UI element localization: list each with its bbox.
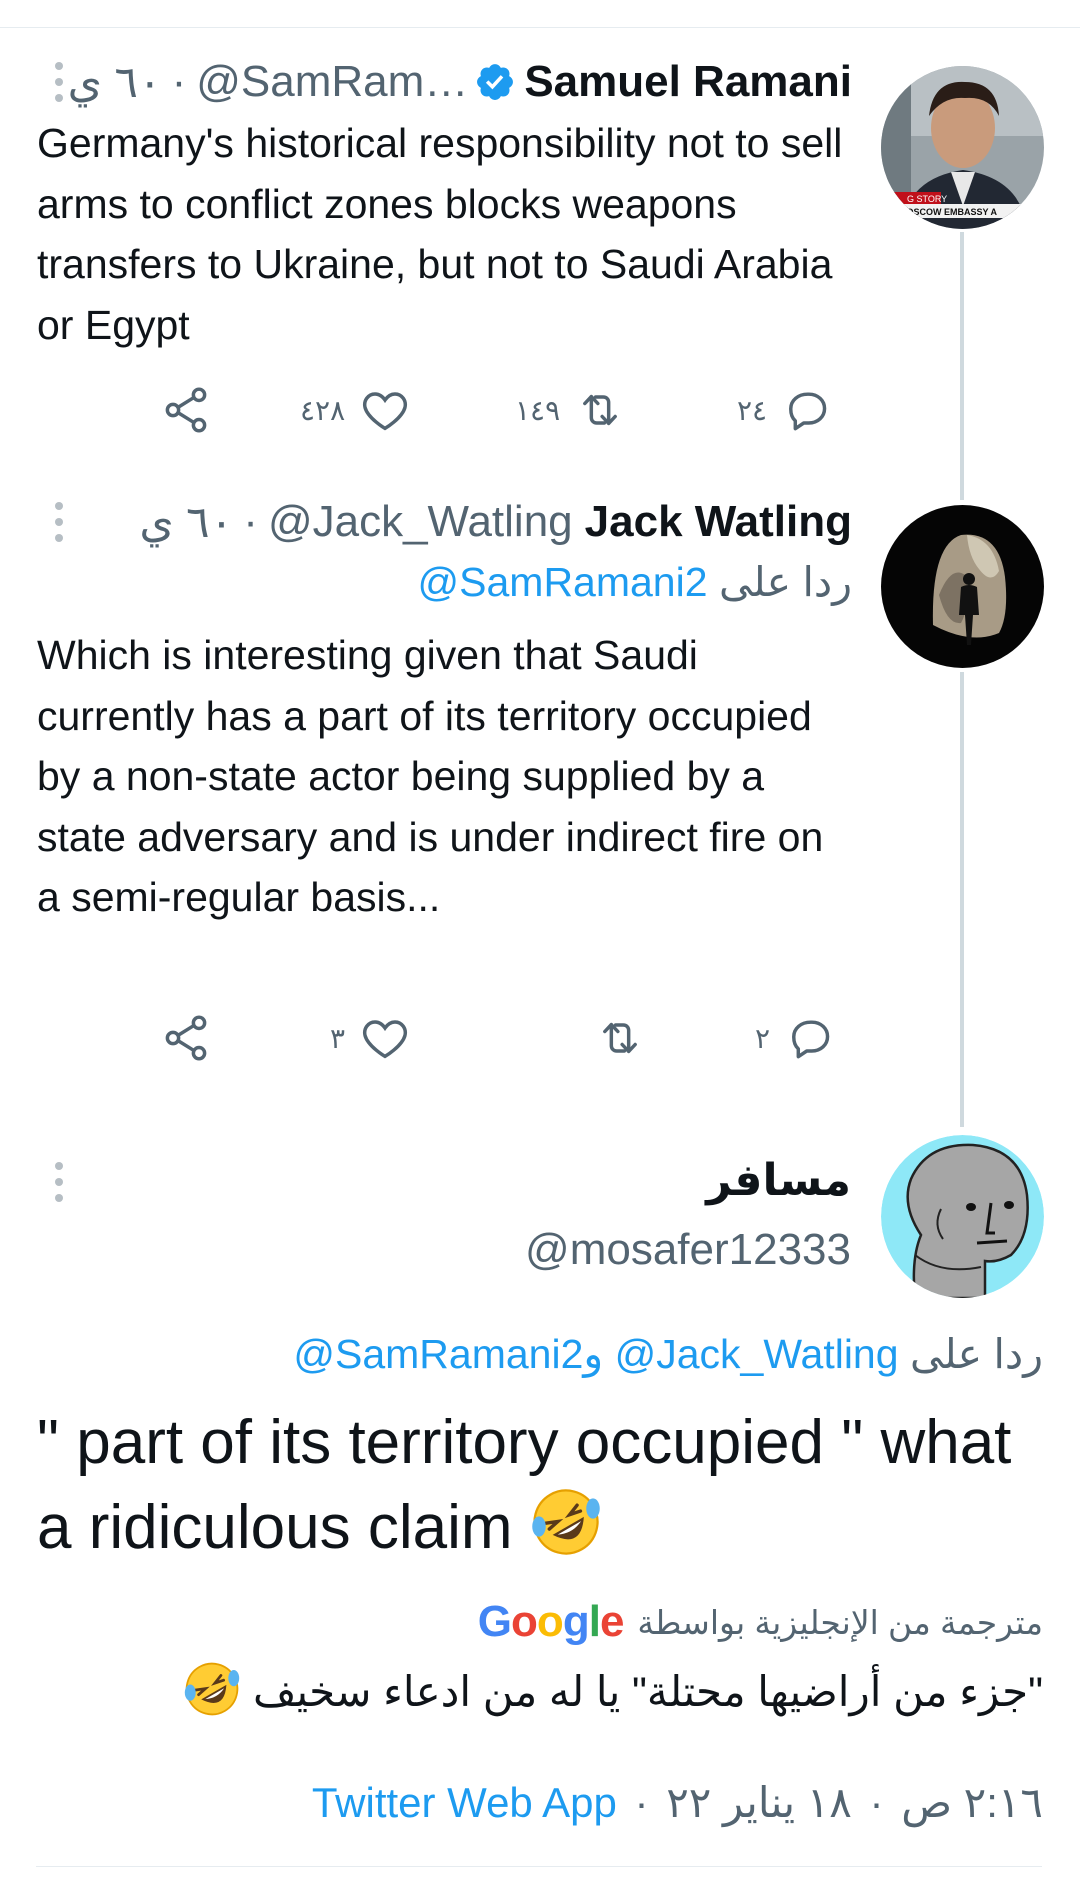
main-tweet-footer: ٢:١٦ ص · ١٨ يناير ٢٢ · Twitter Web App <box>312 1778 1043 1827</box>
google-logo: Google <box>477 1597 625 1647</box>
reply-icon <box>792 1020 830 1059</box>
heart-icon <box>363 392 408 431</box>
reply-button[interactable]: ٢ <box>755 1006 836 1070</box>
share-icon <box>165 387 207 433</box>
avatar-samuel-ramani[interactable]: G STORY MOSCOW EMBASSY A <box>881 66 1044 229</box>
reply-count: ٢٤ <box>737 394 768 426</box>
verified-badge-icon <box>477 64 514 100</box>
replying-prefix: ردا على <box>909 1331 1043 1377</box>
thread-line-1 <box>960 232 964 500</box>
tweet-time: ٢:١٦ ص <box>901 1779 1043 1826</box>
share-button[interactable] <box>160 1006 212 1070</box>
tweet-1-time: ٦٠ ي <box>67 57 162 107</box>
like-count: ٣ <box>330 1022 346 1054</box>
more-icon[interactable] <box>52 1162 66 1202</box>
retweet-icon <box>583 394 618 426</box>
thread-line-2 <box>960 672 964 1127</box>
translated-label: مترجمة من الإنجليزية بواسطة <box>637 1603 1043 1641</box>
main-tweet-replying-to: ردا على @Jack_Watling و@SamRamani2 <box>293 1330 1043 1378</box>
footer-separator-1: · <box>869 1779 884 1826</box>
top-divider <box>0 27 1080 28</box>
more-icon[interactable] <box>52 502 66 542</box>
reply-count: ٢ <box>755 1022 771 1054</box>
footer-separator-2: · <box>634 1779 649 1826</box>
like-count: ٤٢٨ <box>300 394 346 426</box>
replying-to-link-2[interactable]: و@SamRamani2 <box>293 1331 603 1377</box>
tweet-2-text: Which is interesting given that Saudi cu… <box>37 632 824 920</box>
tweet-2-handle[interactable]: @Jack_Watling <box>268 497 573 547</box>
tweet-source-link[interactable]: Twitter Web App <box>312 1779 617 1826</box>
replying-to-link-1[interactable]: @Jack_Watling <box>615 1331 899 1377</box>
rofl-emoji-icon <box>532 1489 600 1555</box>
bottom-divider <box>36 1866 1042 1867</box>
avatar-overlay-text-2: MOSCOW EMBASSY A <box>899 207 998 217</box>
translated-by: Google مترجمة من الإنجليزية بواسطة <box>478 1597 1043 1647</box>
retweet-count: ١٤٩ <box>515 394 561 426</box>
tweet-2-actions: ٣ ٢ <box>160 1006 860 1070</box>
tweet-2-author-name[interactable]: Jack Watling <box>585 497 852 547</box>
tweet-1-actions: ٤٢٨ ١٤٩ ٢٤ <box>160 378 860 442</box>
main-tweet-handle[interactable]: @mosafer12333 <box>525 1225 851 1275</box>
heart-icon <box>363 1020 408 1059</box>
tweet-2-time: ٦٠ ي <box>139 497 234 547</box>
replying-prefix: ردا على <box>718 559 852 605</box>
like-button[interactable]: ٤٢٨ <box>300 378 411 442</box>
retweet-button[interactable]: ١٤٩ <box>515 378 626 442</box>
reply-button[interactable]: ٢٤ <box>737 378 833 442</box>
main-tweet-author-name[interactable]: مسافر <box>706 1155 851 1206</box>
more-icon[interactable] <box>52 62 66 102</box>
tweet-1-text: Germany's historical responsibility not … <box>37 120 843 348</box>
tweet-1-author-name[interactable]: Samuel Ramani <box>524 57 852 107</box>
avatar-jack-watling[interactable] <box>881 505 1044 668</box>
main-tweet-text: " part of its territory occupied " what … <box>37 1400 1047 1570</box>
share-button[interactable] <box>160 378 212 442</box>
tweet-1-separator: · <box>171 57 187 106</box>
tweet-1-header: ٦٠ ي · @SamRam… Samuel Ramani <box>68 54 852 110</box>
avatar-mosafer[interactable] <box>881 1135 1044 1298</box>
tweet-1-handle[interactable]: @SamRam… <box>196 57 468 107</box>
like-button[interactable]: ٣ <box>330 1006 411 1070</box>
tweet-2-replying-to: ردا على @SamRamani2 <box>418 558 852 606</box>
reply-icon <box>789 392 827 431</box>
tweet-2-header: ٦٠ ي · @Jack_Watling Jack Watling <box>139 494 852 550</box>
rofl-emoji-icon <box>185 1662 240 1716</box>
main-tweet-translation: "جزء من أراضيها محتلة" يا له من ادعاء سخ… <box>183 1660 1043 1718</box>
tweet-date: ١٨ يناير ٢٢ <box>666 1779 852 1826</box>
retweet-icon <box>603 1022 637 1054</box>
translation-text: "جزء من أراضيها محتلة" يا له من ادعاء سخ… <box>252 1668 1043 1715</box>
retweet-button[interactable] <box>580 1006 646 1070</box>
google-logo-letters: Google <box>477 1597 625 1646</box>
tweet-2-separator: · <box>243 497 258 546</box>
share-icon <box>165 1015 207 1061</box>
main-tweet-text-content: " part of its territory occupied " what … <box>37 1408 1012 1562</box>
replying-to-link[interactable]: @SamRamani2 <box>418 559 708 605</box>
avatar-overlay-text-1: G STORY <box>907 194 947 204</box>
